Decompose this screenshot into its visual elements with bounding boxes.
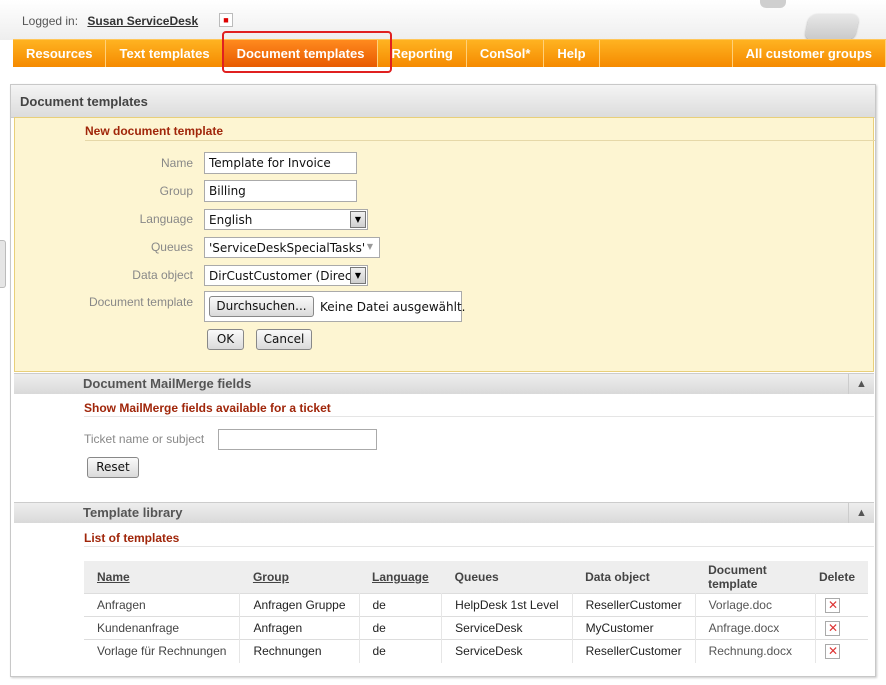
cell-queues: HelpDesk 1st Level: [441, 593, 573, 617]
column-header-data-object: Data object: [572, 561, 696, 594]
cell-document-template[interactable]: Anfrage.docx: [695, 616, 817, 640]
cell-language: de: [359, 593, 443, 617]
library-section-title: Template library: [83, 505, 183, 520]
language-label: Language: [139, 212, 193, 226]
column-header-group[interactable]: Group: [239, 561, 359, 594]
divider: [85, 140, 875, 141]
nav-spacer: [600, 40, 733, 67]
cell-delete: ✕: [815, 593, 868, 617]
cell-document-template[interactable]: Rechnung.docx: [695, 639, 817, 663]
panel-title: Document templates: [11, 85, 875, 118]
cell-group: Anfragen Gruppe: [239, 593, 360, 617]
data-object-value: DirCustCustomer (DirectC: [209, 269, 365, 283]
name-label: Name: [160, 156, 193, 170]
decorative-shape: [760, 0, 786, 8]
cell-group: Rechnungen: [239, 639, 360, 663]
chevron-down-icon: ▼: [366, 242, 374, 251]
reset-button[interactable]: Reset: [87, 457, 139, 478]
cell-name[interactable]: Anfragen: [84, 593, 241, 617]
nav-document-templates[interactable]: Document templates: [223, 40, 379, 67]
cell-name[interactable]: Kundenanfrage: [84, 616, 241, 640]
mailmerge-section-header[interactable]: Document MailMerge fields ▲: [14, 373, 874, 394]
cell-data-object: ResellerCustomer: [572, 593, 696, 617]
templates-table: Name Group Language Queues Data object D…: [84, 561, 868, 663]
delete-icon[interactable]: ✕: [825, 620, 841, 636]
column-header-name[interactable]: Name: [84, 561, 240, 594]
nav-reporting[interactable]: Reporting: [378, 40, 467, 67]
document-templates-panel: Document templates New document template…: [10, 84, 876, 677]
user-name-link[interactable]: Susan ServiceDesk: [87, 14, 198, 28]
column-header-document-template: Document template: [695, 561, 816, 594]
main-nav: Resources Text templates Document templa…: [13, 39, 886, 67]
cell-data-object: ResellerCustomer: [572, 639, 696, 663]
library-section-header[interactable]: Template library ▲: [14, 502, 874, 523]
language-value: English: [209, 213, 253, 227]
cell-language: de: [359, 616, 443, 640]
cell-queues: ServiceDesk: [441, 616, 573, 640]
table-row[interactable]: Anfragen Anfragen Gruppe de HelpDesk 1st…: [84, 593, 868, 617]
ticket-search-input[interactable]: [218, 429, 377, 450]
cell-delete: ✕: [815, 616, 868, 640]
mailmerge-section-title: Document MailMerge fields: [83, 376, 252, 391]
language-select[interactable]: English ▼: [204, 209, 368, 230]
nav-all-customer-groups[interactable]: All customer groups: [733, 40, 886, 67]
table-header-row: Name Group Language Queues Data object D…: [84, 561, 868, 594]
chevron-down-icon: ▼: [350, 267, 366, 284]
nav-text-templates[interactable]: Text templates: [106, 40, 224, 67]
top-bar: Logged in: Susan ServiceDesk ■: [0, 0, 886, 40]
column-header-language[interactable]: Language: [359, 561, 442, 594]
queues-select[interactable]: 'ServiceDeskSpecialTasks' ▼: [204, 237, 380, 258]
table-row[interactable]: Vorlage für Rechnungen Rechnungen de Ser…: [84, 639, 868, 663]
mailmerge-subtitle: Show MailMerge fields available for a ti…: [84, 401, 331, 415]
nav-consol[interactable]: ConSol*: [467, 40, 545, 67]
queues-value: 'ServiceDeskSpecialTasks': [209, 241, 366, 255]
delete-icon[interactable]: ✕: [825, 643, 841, 659]
table-row[interactable]: Kundenanfrage Anfragen de ServiceDesk My…: [84, 616, 868, 640]
cell-language: de: [359, 639, 443, 663]
data-object-select[interactable]: DirCustCustomer (DirectC ▼: [204, 265, 368, 286]
new-template-title: New document template: [85, 124, 224, 138]
divider: [84, 416, 874, 417]
decorative-logo-shape: [804, 14, 860, 40]
cell-name[interactable]: Vorlage für Rechnungen: [84, 639, 241, 663]
nav-help[interactable]: Help: [544, 40, 600, 67]
ok-button[interactable]: OK: [207, 329, 244, 350]
new-template-form: New document template Name Template for …: [14, 117, 875, 372]
group-label: Group: [159, 184, 193, 198]
document-template-label: Document template: [88, 295, 193, 309]
nav-resources[interactable]: Resources: [13, 40, 107, 67]
collapse-icon[interactable]: ▲: [848, 374, 874, 394]
chevron-down-icon: ▼: [350, 211, 366, 228]
cell-data-object: MyCustomer: [572, 616, 696, 640]
side-collapse-handle[interactable]: [0, 240, 6, 288]
cell-document-template[interactable]: Vorlage.doc: [695, 593, 817, 617]
cell-delete: ✕: [815, 639, 868, 663]
collapse-icon[interactable]: ▲: [848, 503, 874, 523]
queues-label: Queues: [150, 240, 193, 254]
logged-in-info: Logged in: Susan ServiceDesk: [22, 14, 198, 28]
delete-icon[interactable]: ✕: [825, 597, 841, 613]
name-field[interactable]: Template for Invoice: [204, 152, 357, 174]
browse-button[interactable]: Durchsuchen...: [209, 296, 314, 317]
no-file-label: Keine Datei ausgewählt.: [320, 300, 466, 314]
library-subtitle: List of templates: [84, 531, 180, 545]
divider: [84, 546, 874, 547]
logged-in-label: Logged in:: [22, 14, 79, 28]
cell-queues: ServiceDesk: [441, 639, 573, 663]
file-upload-field: Durchsuchen... Keine Datei ausgewählt.: [204, 291, 466, 322]
column-header-delete: Delete: [815, 561, 868, 594]
cell-group: Anfragen: [239, 616, 360, 640]
cancel-button[interactable]: Cancel: [256, 329, 312, 350]
data-object-label: Data object: [132, 268, 193, 282]
group-field[interactable]: Billing: [204, 180, 357, 202]
logout-icon[interactable]: ■: [219, 13, 233, 27]
ticket-label: Ticket name or subject: [84, 432, 205, 446]
column-header-queues: Queues: [441, 561, 573, 594]
